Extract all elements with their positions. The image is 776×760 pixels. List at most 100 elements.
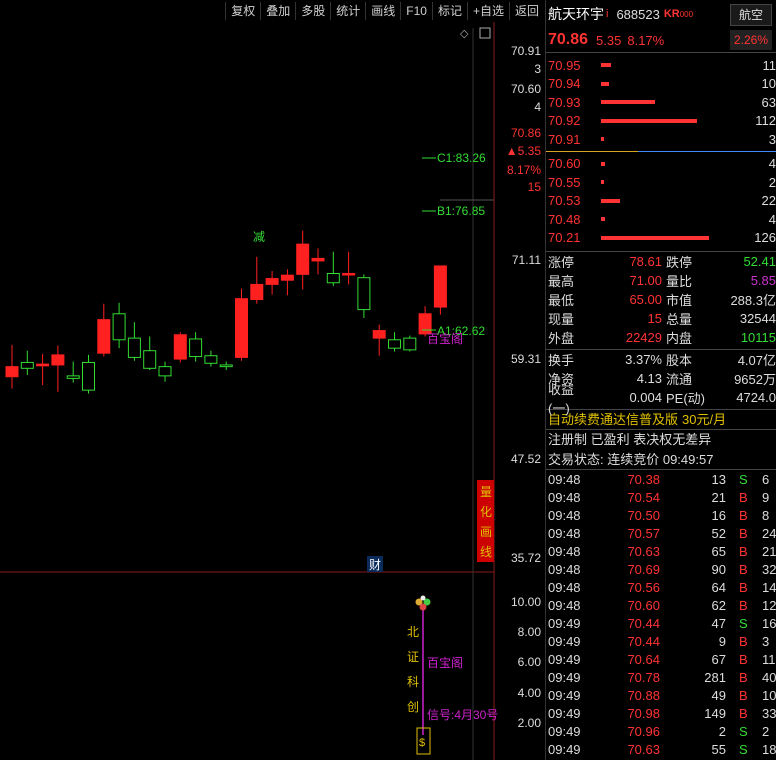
candle[interactable] [326,251,340,287]
chart-toolbar: 复权 叠加 多股 统计 画线 F10 标记 +自选 返回 [0,0,544,22]
candle[interactable] [235,288,248,361]
axis-main-label: 3 [534,62,541,76]
axis-sub-label: 6.00 [518,655,542,669]
axis-sub: 10.00 8.00 6.00 4.00 2.00 [511,595,541,730]
cai-marker[interactable]: 财 [369,558,381,572]
quote-panel: 航天环宇 i 688523 KR000 航空 70.86 5.35 8.17% … [545,0,776,760]
stat-row: 最低 65.00 市值 288.3亿 [548,292,776,308]
axis-main-label: 15 [528,180,542,194]
kr-badge: KR000 [663,8,694,20]
stat-row: 涨停 78.61 跌停 52.41 [548,254,776,270]
sector-button[interactable]: 航空 [730,4,772,26]
diamond-icon[interactable]: ◇ [460,28,469,40]
candle[interactable] [20,350,34,376]
liang-char: 量 [480,485,492,499]
bid-book: 70.60 4 70.55 2 70.53 22 70.48 4 70.21 126 [546,155,776,248]
candle[interactable] [250,256,264,304]
trade-row: 09:49 70.96 2 S 2 [548,723,770,739]
bid-row[interactable]: 70.21 126 [546,229,776,248]
candle[interactable] [342,251,356,285]
stock-name[interactable]: 航天环宇 [548,4,604,24]
bid-row[interactable]: 70.48 4 [546,210,776,229]
axis-main-label: 70.91 [511,44,541,58]
bid-row[interactable]: 70.55 2 [546,173,776,192]
bid-row[interactable]: 70.53 22 [546,192,776,211]
ask-row[interactable]: 70.91 3 [546,130,776,149]
axis-sub-label: 10.00 [511,595,541,609]
kline-chart[interactable]: C1:83.26 B1:76.85 A1:62.62 减 百宝阁 ◇ 70.91… [0,22,544,760]
candle[interactable] [280,269,294,296]
candle[interactable] [357,274,371,318]
trade-row: 09:48 70.57 52 B 24 [548,525,776,541]
candle[interactable] [127,322,141,361]
level-b1: B1:76.85 [437,204,485,218]
price-change: 5.35 [596,32,622,48]
stats-table: 涨停 78.61 跌停 52.41 最高 71.00 量比 5.85 最低 65.00 市值 288.… [546,251,776,347]
level-c1: C1:83.26 [437,151,486,165]
toolbar-button-1[interactable]: 叠加 [260,2,295,20]
stat-row: 最高 71.00 量比 5.85 [548,273,776,289]
candle[interactable] [5,344,19,389]
trade-row: 09:49 70.64 67 B 11 [548,651,776,667]
bei-char: 北 [407,625,419,639]
ask-row[interactable]: 70.92 112 [546,112,776,131]
price-change-pct: 8.17% [627,32,665,48]
candle[interactable] [433,265,447,315]
candle[interactable] [51,345,65,392]
stats-table-2: 换手 3.37% 股本 4.07亿 净资 4.13 流通 9652万 收益(一) 0.004 PE(… [546,349,776,416]
stock-code: 688523 [616,6,660,22]
money-bag-icon[interactable]: $ [419,737,425,749]
candle[interactable] [388,332,401,352]
candle[interactable] [219,361,233,370]
toolbar-button-2[interactable]: 多股 [295,2,330,20]
candle[interactable] [143,336,157,370]
candle[interactable] [372,324,386,356]
candle[interactable] [36,354,50,386]
window-icon[interactable] [479,27,491,39]
trade-row: 09:49 70.88 49 B 10 [548,687,776,703]
trade-row: 09:48 70.60 62 B 12 [548,597,776,613]
toolbar-button-3[interactable]: 统计 [330,2,365,20]
trade-row: 09:48 70.38 13 S 6 [548,471,770,487]
bid-row[interactable]: 70.60 4 [546,155,776,174]
candle[interactable] [82,354,95,394]
candle[interactable] [296,230,310,290]
candle[interactable] [403,335,417,352]
candle[interactable] [173,332,187,363]
ask-row[interactable]: 70.94 10 [546,75,776,94]
toolbar-button-8[interactable]: 返回 [508,2,544,20]
stat-row: 收益(一) 0.004 PE(动) 4724.0 [548,381,776,416]
candle[interactable] [112,302,126,349]
toolbar-button-5[interactable]: F10 [400,2,432,20]
candle[interactable] [158,361,172,382]
trade-row: 09:48 70.54 21 B 9 [548,489,770,505]
candle[interactable] [97,303,111,357]
candle[interactable] [265,270,279,295]
axis-main: 70.91 3 70.60 4 70.86 ▲5.35 8.17% 15 71.11 59.31 4… [506,44,542,565]
axis-main-label: 4 [534,100,541,114]
ask-row[interactable]: 70.95 11 [546,56,776,75]
bei-char: 证 [407,650,419,664]
trading-status: 交易状态: 连续竞价 09:49:57 [546,450,776,470]
candle[interactable] [311,248,325,275]
candle[interactable] [204,350,218,367]
ask-row[interactable]: 70.93 63 [546,93,776,112]
axis-sub-label: 2.00 [518,716,542,730]
candle[interactable] [66,361,80,383]
toolbar-button-7[interactable]: +自选 [466,2,509,20]
promo-banner[interactable]: 自动续费通达信普及版 30元/月 [546,410,776,430]
axis-main-label: ▲5.35 [506,144,542,158]
toolbar-button-0[interactable]: 复权 [225,2,260,20]
candles-group [5,230,447,394]
axis-main-label: 71.11 [512,253,541,267]
axis-main-label: 47.52 [511,452,541,466]
trade-ticker[interactable]: 09:48 70.38 13 S 6 09:48 70.54 21 B 9 09:48 70.50 16… [546,470,776,760]
bei-label: 北证科创 [407,625,419,714]
info-icon[interactable]: i [606,8,608,20]
toolbar-button-4[interactable]: 画线 [365,2,400,20]
bei-char: 科 [407,675,419,689]
candle[interactable] [189,332,203,362]
signal-label: 信号:4月30号 [427,708,498,722]
bei-char: 创 [407,700,419,714]
toolbar-button-6[interactable]: 标记 [431,2,467,20]
